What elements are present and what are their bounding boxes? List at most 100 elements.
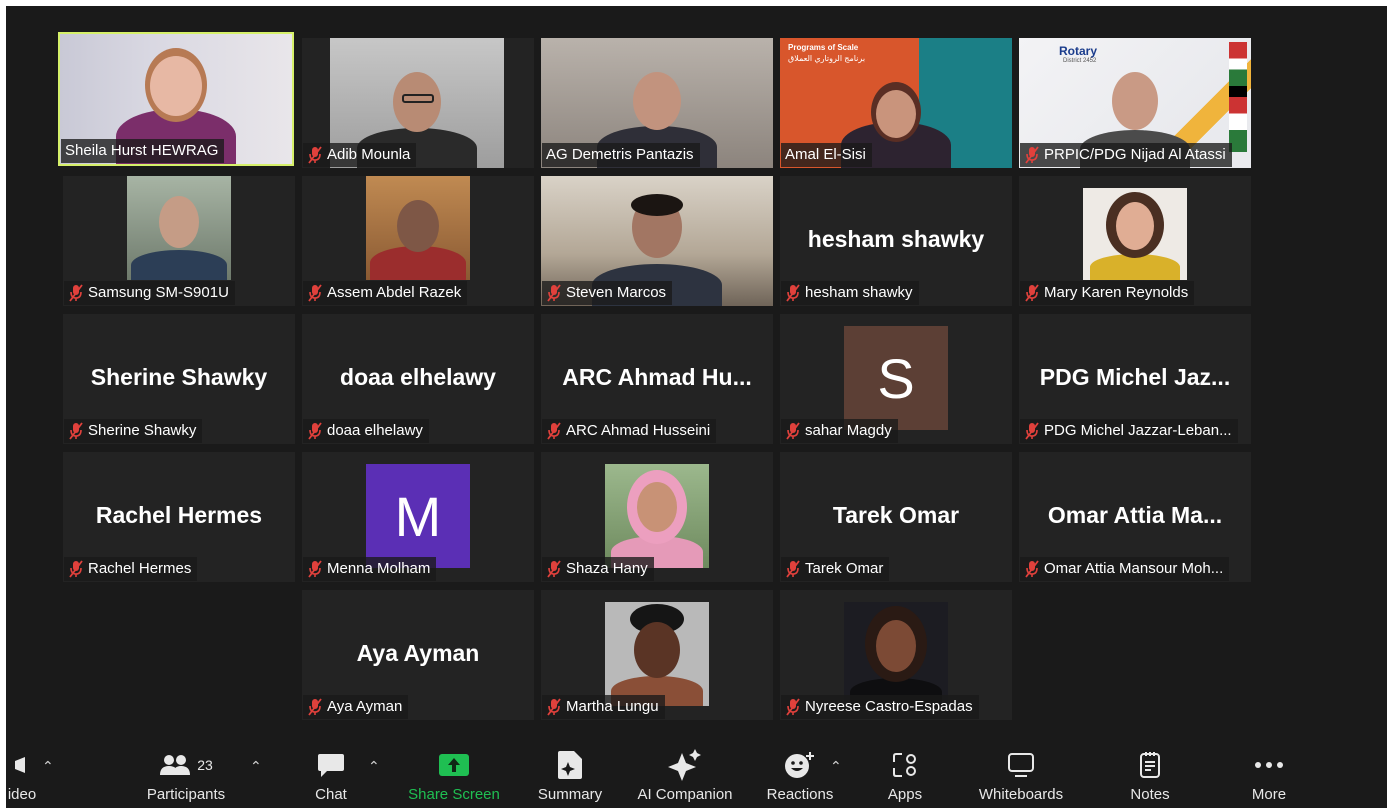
participant-name-label: Shaza Hany	[542, 557, 654, 581]
more-button[interactable]: More	[1242, 748, 1296, 808]
participant-name-label: sahar Magdy	[781, 419, 898, 443]
chat-options-caret[interactable]: ⌃	[368, 758, 380, 775]
participant-tile[interactable]: doaa elhelawy doaa elhelawy	[302, 314, 534, 444]
whiteboards-label: Whiteboards	[978, 786, 1064, 803]
participant-tile[interactable]: M Menna Molham	[302, 452, 534, 582]
participant-name-label: Omar Attia Mansour Moh...	[1020, 557, 1230, 581]
participant-tile[interactable]: Sheila Hurst HEWRAG	[58, 32, 294, 166]
video-options-caret[interactable]: ⌃	[42, 758, 54, 775]
participant-tile[interactable]: PDG Michel Jaz... PDG Michel Jazzar-Leba…	[1019, 314, 1251, 444]
video-label: ideo	[7, 786, 37, 803]
participant-name-label: Aya Ayman	[303, 695, 409, 719]
participants-button[interactable]: 23 Participants	[140, 748, 232, 808]
muted-mic-icon	[547, 560, 561, 578]
muted-mic-icon	[69, 422, 83, 440]
video-feed	[366, 176, 470, 280]
summary-button[interactable]: Summary	[530, 748, 610, 808]
participant-display-name: ARC Ahmad Hu...	[562, 364, 752, 390]
whiteboards-button[interactable]: Whiteboards	[968, 748, 1074, 808]
participant-tile[interactable]: Programs of Scale برنامج الروتاري العملا…	[780, 38, 1012, 168]
muted-mic-icon	[308, 284, 322, 302]
participant-display-name: Aya Ayman	[356, 640, 480, 666]
reactions-label: Reactions	[766, 786, 834, 803]
participant-name-label: Steven Marcos	[542, 281, 673, 305]
participant-display-name: doaa elhelawy	[340, 364, 496, 390]
whiteboard-icon	[1008, 753, 1034, 777]
muted-mic-icon	[547, 284, 561, 302]
muted-mic-icon	[308, 560, 322, 578]
share-screen-button[interactable]: Share Screen	[404, 748, 504, 808]
participant-name-label: doaa elhelawy	[303, 419, 429, 443]
video-feed	[844, 602, 948, 706]
muted-mic-icon	[786, 698, 800, 716]
summary-icon	[558, 751, 582, 779]
participant-tile[interactable]: Nyreese Castro-Espadas	[780, 590, 1012, 720]
participant-tile[interactable]: Martha Lungu	[541, 590, 773, 720]
participant-tile[interactable]: Tarek Omar Tarek Omar	[780, 452, 1012, 582]
participant-tile[interactable]: Assem Abdel Razek	[302, 176, 534, 306]
summary-label: Summary	[537, 786, 603, 803]
participant-tile[interactable]: Adib Mounla	[302, 38, 534, 168]
participant-display-name: Rachel Hermes	[95, 502, 263, 528]
reactions-button[interactable]: Reactions	[760, 748, 840, 808]
notes-icon	[1140, 752, 1160, 778]
ai-companion-label: AI Companion	[637, 786, 733, 803]
participants-icon	[160, 755, 191, 775]
participant-tile[interactable]: ARC Ahmad Hu... ARC Ahmad Husseini	[541, 314, 773, 444]
chat-icon	[318, 754, 344, 777]
notes-button[interactable]: Notes	[1122, 748, 1178, 808]
participant-display-name: Tarek Omar	[832, 502, 960, 528]
meeting-toolbar: ideo ⌃ 23 Participants ⌃ Chat ⌃ Share Sc…	[6, 744, 1387, 808]
participant-tile[interactable]: Steven Marcos	[541, 176, 773, 306]
video-feed	[605, 464, 709, 568]
video-feed	[1083, 188, 1187, 280]
participant-tile[interactable]: Omar Attia Ma... Omar Attia Mansour Moh.…	[1019, 452, 1251, 582]
video-camera-icon	[15, 757, 25, 773]
zoom-meeting-window: Sheila Hurst HEWRAG Adib Mounla AG Demet…	[6, 6, 1387, 808]
ai-companion-button[interactable]: AI Companion	[628, 748, 742, 808]
participant-tile[interactable]: Shaza Hany	[541, 452, 773, 582]
video-feed	[127, 176, 231, 280]
participant-tile[interactable]: Rotary District 2452 PRPIC/PDG Nijad Al …	[1019, 38, 1251, 168]
participant-tile[interactable]: Aya Ayman Aya Ayman	[302, 590, 534, 720]
participant-tile[interactable]: Rachel Hermes Rachel Hermes	[63, 452, 295, 582]
video-feed	[605, 602, 709, 706]
participant-name-label: Adib Mounla	[303, 143, 417, 167]
more-dots-icon	[1255, 762, 1283, 768]
muted-mic-icon	[547, 422, 561, 440]
participant-tile[interactable]: Mary Karen Reynolds	[1019, 176, 1251, 306]
participant-name-label: PDG Michel Jazzar-Leban...	[1020, 419, 1238, 443]
participant-display-name: hesham shawky	[807, 226, 985, 252]
participants-options-caret[interactable]: ⌃	[250, 758, 262, 775]
participant-name-label: Mary Karen Reynolds	[1020, 281, 1195, 305]
notes-label: Notes	[1130, 786, 1170, 803]
participant-display-name: PDG Michel Jaz...	[1039, 364, 1231, 390]
letter-avatar: S	[844, 326, 948, 430]
reactions-options-caret[interactable]: ⌃	[830, 758, 842, 775]
participant-tile[interactable]: Samsung SM-S901U	[63, 176, 295, 306]
muted-mic-icon	[69, 560, 83, 578]
participant-name-label: Tarek Omar	[781, 557, 890, 581]
muted-mic-icon	[786, 284, 800, 302]
apps-icon	[893, 753, 916, 777]
participant-name-label: AG Demetris Pantazis	[542, 143, 700, 167]
muted-mic-icon	[786, 560, 800, 578]
muted-mic-icon	[308, 146, 322, 164]
video-button[interactable]: ideo	[6, 748, 44, 808]
muted-mic-icon	[786, 422, 800, 440]
participant-tile[interactable]: Sherine Shawky Sherine Shawky	[63, 314, 295, 444]
participant-tile[interactable]: AG Demetris Pantazis	[541, 38, 773, 168]
participant-name-label: ARC Ahmad Husseini	[542, 419, 717, 443]
participant-tile[interactable]: hesham shawky hesham shawky	[780, 176, 1012, 306]
rotary-logo-text: Rotary	[1059, 44, 1098, 58]
slide-subtitle: برنامج الروتاري العملاق	[788, 54, 866, 63]
apps-button[interactable]: Apps	[878, 748, 932, 808]
rotary-district: District 2452	[1063, 58, 1097, 64]
muted-mic-icon	[1025, 560, 1039, 578]
participant-display-name: Omar Attia Ma...	[1047, 502, 1223, 528]
apps-label: Apps	[887, 786, 923, 803]
participant-name-label: Menna Molham	[303, 557, 437, 581]
participant-tile[interactable]: S sahar Magdy	[780, 314, 1012, 444]
participant-display-name: Sherine Shawky	[90, 364, 268, 390]
chat-button[interactable]: Chat	[308, 748, 354, 808]
